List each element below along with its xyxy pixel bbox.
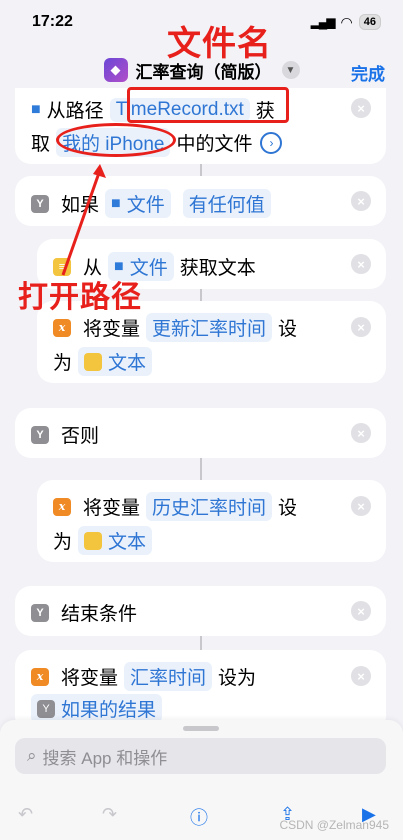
- text-icon: [84, 352, 103, 371]
- status-icons: ▂▄▆ ◠ 46: [311, 14, 381, 31]
- variable-token[interactable]: 更新汇率时间: [146, 313, 273, 342]
- wifi-icon: ◠: [340, 13, 353, 30]
- info-icon[interactable]: ⓘ: [190, 804, 208, 830]
- drag-handle[interactable]: [183, 726, 219, 731]
- variable-token[interactable]: 汇率时间: [124, 662, 213, 691]
- close-icon[interactable]: ×: [351, 423, 371, 443]
- undo-icon[interactable]: ↶: [18, 804, 33, 825]
- redo-icon[interactable]: ↷: [102, 804, 117, 825]
- branch-icon: Y: [31, 425, 49, 444]
- annotation-path-box: [127, 87, 289, 123]
- connector-line: [200, 458, 202, 480]
- close-icon[interactable]: ×: [351, 98, 371, 118]
- condition-token[interactable]: 有任何值: [182, 189, 271, 218]
- folder-icon: ■: [31, 100, 41, 118]
- search-input[interactable]: ⌕ 搜索 App 和操作: [15, 738, 386, 774]
- watermark: CSDN @Zelman945: [279, 818, 389, 832]
- action-set-variable[interactable]: x 将变量 历史汇率时间 设 为 文本 ×: [37, 480, 386, 562]
- action-end-if[interactable]: Y 结束条件 ×: [15, 586, 386, 636]
- battery-icon: 46: [358, 14, 381, 30]
- annotation-filename: 文件名: [167, 25, 272, 63]
- variable-icon: x: [31, 667, 49, 686]
- annotation-arrow: [61, 164, 106, 276]
- expand-arrow-icon[interactable]: ›: [260, 131, 283, 154]
- variable-icon: x: [53, 318, 71, 337]
- annotation-open-path: 打开路径: [18, 281, 142, 314]
- search-placeholder: 搜索 App 和操作: [42, 748, 168, 768]
- close-icon[interactable]: ×: [351, 601, 371, 621]
- chevron-down-icon[interactable]: ▼: [281, 61, 300, 79]
- close-icon[interactable]: ×: [351, 496, 371, 516]
- branch-icon: Y: [31, 603, 49, 622]
- action-otherwise[interactable]: Y 否则 ×: [15, 408, 386, 458]
- branch-icon: Y: [37, 699, 55, 718]
- branch-icon: Y: [31, 194, 49, 213]
- status-time: 17:22: [32, 13, 73, 30]
- if-result-token[interactable]: Y 如果的结果: [31, 694, 163, 723]
- variable-icon: x: [53, 497, 71, 516]
- close-icon[interactable]: ×: [351, 254, 371, 274]
- annotation-location-ellipse: [56, 123, 176, 157]
- connector-line: [200, 164, 202, 176]
- close-icon[interactable]: ×: [351, 666, 371, 686]
- text-token[interactable]: 文本: [78, 347, 153, 376]
- done-button[interactable]: 完成: [351, 60, 385, 85]
- text-icon: [84, 531, 103, 550]
- shortcut-app-icon: ◆: [103, 58, 128, 82]
- variable-token[interactable]: 历史汇率时间: [146, 492, 273, 521]
- close-icon[interactable]: ×: [351, 317, 371, 337]
- signal-icon: ▂▄▆: [310, 15, 336, 29]
- connector-line: [200, 289, 202, 301]
- close-icon[interactable]: ×: [351, 191, 371, 211]
- connector-line: [200, 636, 202, 650]
- search-icon: ⌕: [27, 746, 37, 765]
- text-token[interactable]: 文本: [78, 526, 153, 555]
